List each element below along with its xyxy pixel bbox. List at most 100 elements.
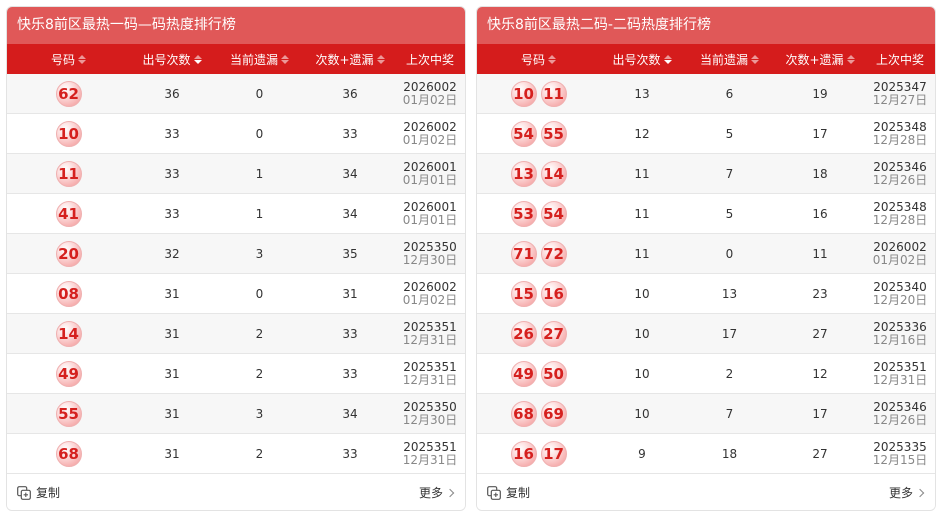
copy-label: 复制 — [36, 486, 61, 500]
more-link[interactable]: 更多 — [888, 484, 925, 501]
count-cell: 11 — [634, 206, 650, 221]
issue-number: 2025335 — [873, 439, 927, 454]
last-win-cell: 2025336 12月16日 — [865, 314, 935, 353]
issue-number: 2026001 — [403, 199, 457, 214]
number-cell: 71 72 — [477, 234, 600, 273]
issue-number: 2025348 — [873, 119, 927, 134]
sum-cell: 36 — [342, 86, 358, 101]
count-cell: 31 — [164, 366, 180, 381]
number-cell: 55 — [7, 394, 130, 433]
number-balls: 15 16 — [510, 280, 567, 307]
header-count[interactable]: 出号次数 — [130, 44, 214, 74]
miss-cell: 0 — [725, 246, 734, 261]
number-balls: 08 — [55, 280, 82, 307]
number-ball: 10 — [510, 80, 537, 107]
number-balls: 20 — [55, 240, 82, 267]
number-balls: 55 — [55, 400, 82, 427]
header-current-miss[interactable]: 当前遗漏 — [684, 44, 775, 74]
count-cell: 9 — [638, 446, 646, 461]
number-ball: 15 — [510, 280, 537, 307]
issue-date: 12月15日 — [872, 452, 928, 467]
number-ball: 69 — [540, 400, 567, 427]
issue-date: 12月30日 — [402, 412, 458, 427]
count-cell: 31 — [164, 326, 180, 341]
miss-cell: 0 — [255, 286, 264, 301]
number-cell: 62 — [7, 74, 130, 113]
table-row: 53 54 11 5 16 2025348 12月28日 — [477, 194, 935, 234]
panel-title: 快乐8前区最热一码—码热度排行榜 — [7, 7, 465, 44]
issue-number: 2025348 — [873, 199, 927, 214]
table-row: 71 72 11 0 11 2026002 01月02日 — [477, 234, 935, 274]
sum-cell: 34 — [342, 406, 358, 421]
count-cell: 13 — [634, 86, 650, 101]
number-ball: 54 — [510, 120, 537, 147]
count-cell: 33 — [164, 166, 180, 181]
issue-date: 12月26日 — [872, 412, 928, 427]
number-balls: 54 55 — [510, 120, 567, 147]
number-balls: 16 17 — [510, 440, 567, 467]
copy-button[interactable]: 复制 — [17, 484, 60, 501]
table-row: 68 31 2 33 2025351 12月31日 — [7, 434, 465, 474]
header-label: 上次中奖 — [875, 52, 924, 67]
miss-cell: 3 — [255, 406, 264, 421]
number-balls: 26 27 — [510, 320, 567, 347]
header-count-plus-miss[interactable]: 次数+遗漏 — [305, 44, 395, 74]
more-label: 更多 — [418, 486, 443, 500]
last-win-cell: 2026002 01月02日 — [395, 274, 465, 313]
number-ball: 55 — [540, 120, 567, 147]
number-balls: 71 72 — [510, 240, 567, 267]
last-win-cell: 2026002 01月02日 — [865, 234, 935, 273]
number-ball: 50 — [540, 360, 567, 387]
sort-updown-icon — [78, 54, 86, 64]
number-balls: 10 — [55, 120, 82, 147]
header-current-miss[interactable]: 当前遗漏 — [214, 44, 305, 74]
sum-cell: 27 — [812, 446, 828, 461]
count-cell: 11 — [634, 166, 650, 181]
miss-cell: 13 — [721, 286, 738, 301]
table-row: 11 33 1 34 2026001 01月01日 — [7, 154, 465, 194]
copy-button[interactable]: 复制 — [487, 484, 530, 501]
number-ball: 13 — [510, 160, 537, 187]
number-ball: 71 — [510, 240, 537, 267]
header-count-plus-miss[interactable]: 次数+遗漏 — [775, 44, 865, 74]
hot-two-number-panel: 快乐8前区最热二码-二码热度排行榜 号码 出号次数 当前遗漏 次数+遗漏 上次中… — [476, 6, 936, 511]
issue-number: 2025336 — [873, 319, 927, 334]
sum-cell: 17 — [812, 126, 828, 141]
chevron-right-icon — [445, 488, 455, 497]
header-count[interactable]: 出号次数 — [600, 44, 684, 74]
header-label: 上次中奖 — [405, 52, 454, 67]
issue-number: 2026002 — [403, 279, 457, 294]
number-ball: 72 — [540, 240, 567, 267]
issue-date: 01月02日 — [872, 252, 928, 267]
last-win-cell: 2025348 12月28日 — [865, 114, 935, 153]
sort-updown-icon — [376, 54, 385, 64]
count-cell: 36 — [164, 86, 180, 101]
issue-date: 12月16日 — [872, 332, 928, 347]
table-row: 14 31 2 33 2025351 12月31日 — [7, 314, 465, 354]
miss-cell: 2 — [255, 366, 264, 381]
miss-cell: 0 — [255, 126, 264, 141]
more-link[interactable]: 更多 — [418, 484, 455, 501]
number-balls: 14 — [55, 320, 82, 347]
header-number[interactable]: 号码 — [477, 44, 600, 74]
table-row: 26 27 10 17 27 2025336 12月16日 — [477, 314, 935, 354]
number-ball: 27 — [540, 320, 567, 347]
number-cell: 10 11 — [477, 74, 600, 113]
last-win-cell: 2025335 12月15日 — [865, 434, 935, 473]
issue-number: 2025346 — [873, 399, 927, 414]
issue-number: 2025351 — [873, 359, 927, 374]
more-label: 更多 — [888, 486, 913, 500]
copy-icon — [487, 485, 501, 500]
header-label: 当前遗漏 — [229, 52, 278, 67]
sum-cell: 12 — [812, 366, 828, 381]
number-ball: 68 — [510, 400, 537, 427]
number-cell: 41 — [7, 194, 130, 233]
miss-cell: 5 — [725, 126, 734, 141]
number-cell: 53 54 — [477, 194, 600, 233]
issue-number: 2026002 — [873, 239, 927, 254]
number-balls: 49 — [55, 360, 82, 387]
number-ball: 68 — [55, 440, 82, 467]
issue-number: 2026001 — [403, 159, 457, 174]
header-number[interactable]: 号码 — [7, 44, 130, 74]
miss-cell: 0 — [255, 86, 264, 101]
